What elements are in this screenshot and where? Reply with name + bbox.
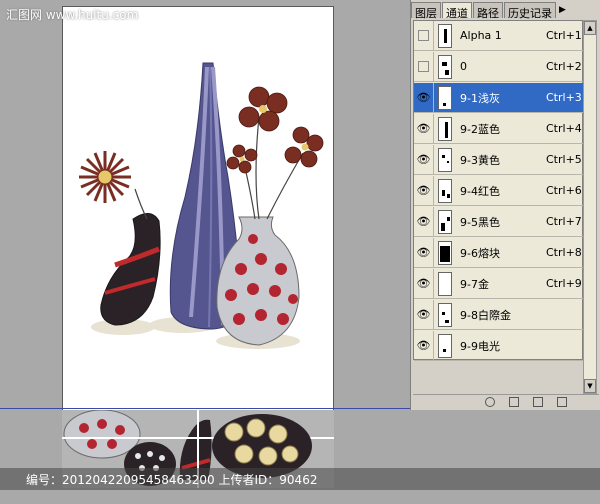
channel-thumbnail	[438, 333, 452, 358]
channel-thumbnail	[438, 209, 452, 234]
channel-label: 9-3黄色	[460, 153, 500, 167]
eye-icon: 👁	[416, 184, 431, 197]
visibility-toggle[interactable]: 👁	[414, 206, 434, 237]
channel-thumbnail	[438, 302, 452, 327]
empty-box-icon	[418, 61, 429, 72]
load-selection-icon[interactable]	[485, 397, 495, 407]
channel-thumbnail	[438, 240, 452, 265]
panel-tabs: 图层 通道 路径 历史记录 ▶	[411, 2, 600, 20]
channel-label: 9-6熔块	[460, 246, 500, 260]
channel-shortcut: Ctrl+7	[546, 215, 582, 228]
channel-row[interactable]: 👁 9-4红色 Ctrl+6	[414, 175, 584, 206]
channel-row[interactable]: Alpha 1 Ctrl+1	[414, 20, 584, 51]
channel-shortcut: Ctrl+6	[546, 184, 582, 197]
channel-shortcut: Ctrl+1	[546, 29, 582, 42]
eye-icon: 👁	[416, 339, 431, 352]
channel-shortcut: Ctrl+2	[546, 60, 582, 73]
scroll-down-icon[interactable]: ▼	[584, 379, 596, 393]
channel-label: 9-1浅灰	[460, 91, 500, 105]
channel-label: 0	[460, 60, 467, 73]
eye-icon: 👁	[416, 246, 431, 259]
trash-icon[interactable]	[557, 397, 567, 407]
channel-list-scrollbar[interactable]: ▲ ▼	[583, 20, 597, 394]
new-channel-icon[interactable]	[533, 397, 543, 407]
channel-label: 9-8白際金	[460, 308, 511, 322]
channel-row[interactable]: 👁 9-5黑色 Ctrl+7	[414, 206, 584, 237]
channel-row[interactable]: 👁 9-7金 Ctrl+9	[414, 268, 584, 299]
eye-icon: 👁	[416, 153, 431, 166]
channel-row[interactable]: 👁 9-3黄色 Ctrl+5	[414, 144, 584, 175]
channel-label: 9-4红色	[460, 184, 500, 198]
tab-channels[interactable]: 通道	[442, 2, 472, 20]
channel-label: Alpha 1	[460, 29, 502, 42]
channel-row[interactable]: 👁 9-8白際金	[414, 299, 584, 330]
channel-row[interactable]: 👁 9-9电光	[414, 330, 584, 361]
channel-thumbnail	[438, 147, 452, 172]
scroll-up-icon[interactable]: ▲	[584, 21, 596, 35]
channel-thumbnail	[438, 54, 452, 79]
channel-label: 9-9电光	[460, 339, 500, 353]
tab-history[interactable]: 历史记录	[504, 2, 556, 20]
site-watermark: 汇图网 www.huitu.com	[6, 8, 139, 22]
visibility-toggle[interactable]: 👁	[414, 82, 434, 113]
eye-icon: 👁	[416, 277, 431, 290]
channel-shortcut: Ctrl+5	[546, 153, 582, 166]
eye-icon: 👁	[416, 308, 431, 321]
eye-icon: 👁	[416, 215, 431, 228]
info-bar-text: 编号：20120422095458463200 上传者ID：90462	[26, 473, 318, 487]
channel-shortcut: Ctrl+3	[546, 91, 582, 104]
eye-icon: 👁	[416, 122, 431, 135]
channel-list: Alpha 1 Ctrl+1 0 Ctrl+2 👁 9-1浅灰 Ctrl+3 👁…	[413, 20, 584, 361]
panel-menu-arrow-icon[interactable]: ▶	[559, 2, 566, 20]
tab-layers[interactable]: 图层	[411, 2, 441, 20]
visibility-toggle[interactable]: 👁	[414, 113, 434, 144]
channel-row[interactable]: 0 Ctrl+2	[414, 51, 584, 82]
channel-row-selected[interactable]: 👁 9-1浅灰 Ctrl+3	[414, 82, 584, 113]
visibility-toggle[interactable]: 👁	[414, 175, 434, 206]
channel-shortcut: Ctrl+8	[546, 246, 582, 259]
visibility-toggle[interactable]	[414, 20, 434, 51]
channel-row[interactable]: 👁 9-6熔块 Ctrl+8	[414, 237, 584, 268]
channels-panel: 图层 通道 路径 历史记录 ▶ Alpha 1 Ctrl+1 0 Ctrl+2 …	[410, 0, 600, 410]
visibility-toggle[interactable]: 👁	[414, 268, 434, 299]
eye-icon: 👁	[416, 91, 431, 104]
visibility-toggle[interactable]: 👁	[414, 330, 434, 361]
visibility-toggle[interactable]: 👁	[414, 237, 434, 268]
panel-footer	[413, 394, 599, 408]
channel-thumbnail	[438, 85, 452, 110]
empty-box-icon	[418, 30, 429, 41]
channel-thumbnail	[438, 178, 452, 203]
save-selection-icon[interactable]	[509, 397, 519, 407]
channel-label: 9-7金	[460, 277, 489, 291]
channel-shortcut: Ctrl+9	[546, 277, 582, 290]
visibility-toggle[interactable]: 👁	[414, 144, 434, 175]
channel-label: 9-2蓝色	[460, 122, 500, 136]
channel-row[interactable]: 👁 9-2蓝色 Ctrl+4	[414, 113, 584, 144]
visibility-toggle[interactable]: 👁	[414, 299, 434, 330]
tab-paths[interactable]: 路径	[473, 2, 503, 20]
channel-shortcut: Ctrl+4	[546, 122, 582, 135]
channel-thumbnail	[438, 271, 452, 296]
visibility-toggle[interactable]	[414, 51, 434, 82]
channel-thumbnail	[438, 23, 452, 48]
channel-label: 9-5黑色	[460, 215, 500, 229]
channel-thumbnail	[438, 116, 452, 141]
